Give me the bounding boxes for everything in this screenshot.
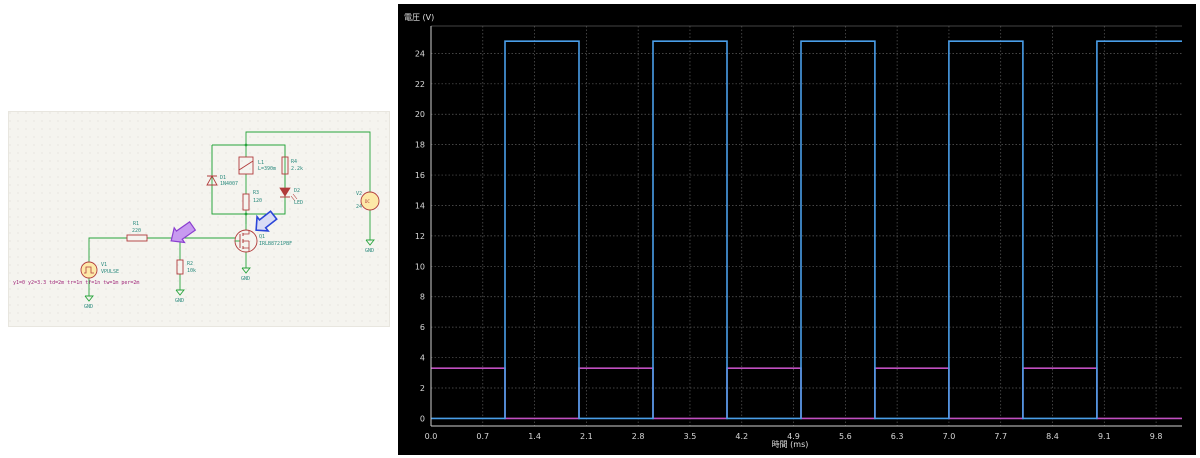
r3-name: R3 [253,190,259,196]
r1-value: 220 [132,228,141,234]
junction-dot [244,143,248,147]
x-tick-label: 4.2 [735,432,748,441]
y-tick-label: 6 [420,323,425,332]
q1-value: IRLB8721PBF [259,241,292,247]
gnd-label: GND [84,304,93,310]
y-tick-label: 4 [420,354,425,363]
y-axis-title: 電圧 (V) [404,13,434,22]
r3-value: 120 [253,198,262,204]
y-tick-label: 10 [415,262,425,271]
r4-value: 2.2k [291,166,303,172]
x-tick-label: 0.7 [476,432,489,441]
x-tick-label: 5.6 [839,432,852,441]
y-tick-label: 2 [420,384,425,393]
d2-name: D2 [294,188,300,194]
v2-symbol: DC [365,199,370,204]
purple-trace-line [431,367,1182,420]
gnd-label: GND [365,248,374,254]
d2-value: LED [294,200,303,206]
x-tick-label: 8.4 [1046,432,1059,441]
x-tick-label: 0.0 [425,432,438,441]
x-tick-label: 9.8 [1150,432,1163,441]
scope-canvas: 電圧 (V) 024681012141618202224 0.0 0.7 1.4 2.… [404,13,1182,449]
y-tick-label: 20 [415,110,425,119]
y-tick-label: 8 [420,293,425,302]
v2-name: V2 [356,191,362,197]
waveform-plot: 電圧 (V) 0 2 4 6 8 10 12 14 16 18 20 22 24 0.0 0.7 1.4 2.… [398,4,1196,455]
gnd-label: GND [175,298,184,304]
x-tick-label: 7.7 [994,432,1007,441]
r4-name: R4 [291,159,297,165]
x-tick-label: 6.3 [891,432,904,441]
x-tick-label: 1.4 [528,432,541,441]
schematic-grid [9,112,389,326]
v2-value: 24 [356,204,362,210]
r2-name: R2 [187,261,193,267]
circuit-schematic: L1 L=390m R3 120 R4 2.2k D2 LED D1 1N400… [8,111,390,327]
d1-value: 1N4007 [220,181,238,187]
x-tick-label: 7.0 [943,432,956,441]
x-tick-label: 9.1 [1098,432,1111,441]
y-tick-label: 24 [415,49,425,58]
x-tick-label: 3.5 [684,432,697,441]
x-tick-label: 2.1 [580,432,593,441]
x-axis-title: 時間 (ms) [772,440,809,449]
y-tick-label: 14 [415,201,425,210]
l1-value: L=390m [258,166,276,172]
blue-trace-line [431,40,1182,420]
junction-dot [244,212,248,216]
x-tick-label: 2.8 [632,432,645,441]
q1-name: Q1 [259,234,265,240]
y-tick-label: 22 [415,80,425,89]
traces [431,40,1182,420]
schematic-canvas: L1 L=390m R3 120 R4 2.2k D2 LED D1 1N400… [9,112,389,326]
r1-name: R1 [133,221,139,227]
v1-params: y1=0 y2=3.3 td=2m tr=1n tf=1n tw=1m per=… [13,280,139,286]
y-tick-label: 18 [415,141,425,150]
v1-name: V1 [101,262,107,268]
y-tick-label: 12 [415,232,425,241]
r2-value: 10k [187,268,196,274]
grid-lines [431,25,1182,426]
v1-value: VPULSE [101,269,119,275]
gnd-label: GND [241,276,250,282]
y-tick-labels: 024681012141618202224 [415,49,425,423]
y-tick-label: 16 [415,171,425,180]
y-tick-label: 0 [420,414,425,423]
